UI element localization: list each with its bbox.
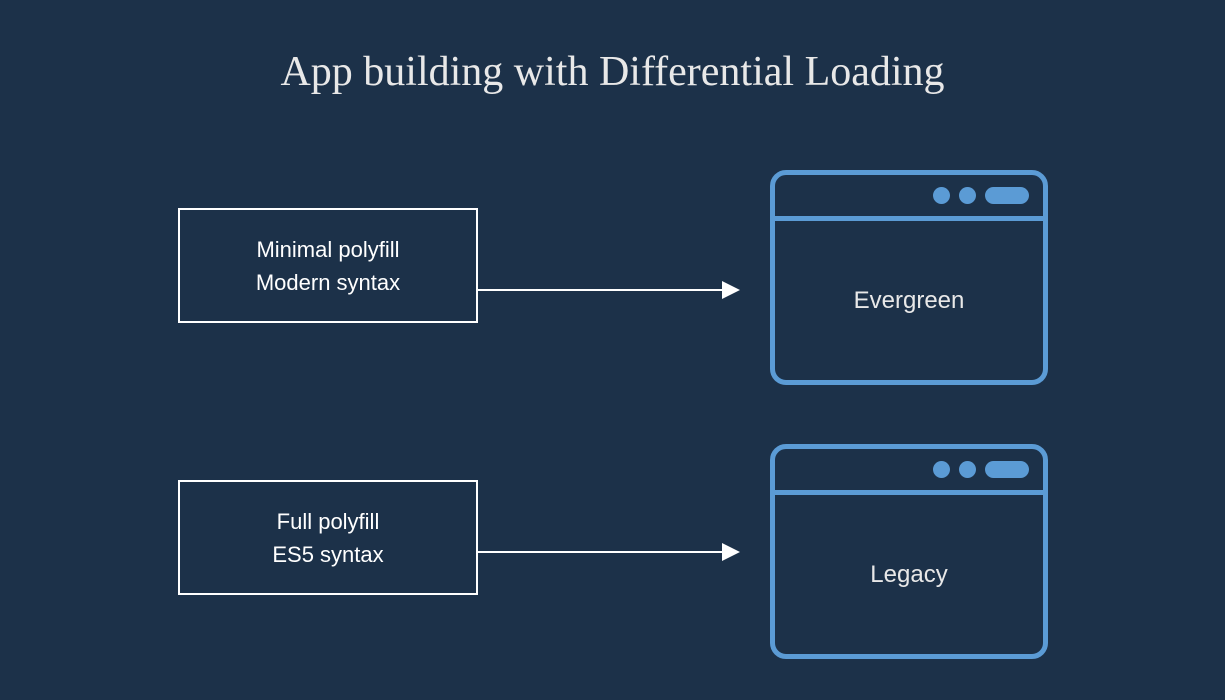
- browser-header: [775, 449, 1043, 495]
- arrow-icon: [478, 551, 738, 553]
- source-line-2: Modern syntax: [256, 266, 400, 299]
- browser-control-pill-icon: [985, 187, 1029, 204]
- source-line-2: ES5 syntax: [272, 538, 383, 571]
- browser-header: [775, 175, 1043, 221]
- browser-label: Legacy: [870, 561, 947, 589]
- browser-control-dot-icon: [959, 187, 976, 204]
- source-box-modern: Minimal polyfill Modern syntax: [178, 208, 478, 323]
- browser-control-dot-icon: [959, 461, 976, 478]
- browser-control-dot-icon: [933, 187, 950, 204]
- browser-window-evergreen: Evergreen: [770, 170, 1048, 385]
- source-line-1: Full polyfill: [277, 505, 380, 538]
- browser-body: Legacy: [775, 495, 1043, 654]
- browser-control-pill-icon: [985, 461, 1029, 478]
- browser-control-dot-icon: [933, 461, 950, 478]
- browser-body: Evergreen: [775, 221, 1043, 380]
- source-box-legacy: Full polyfill ES5 syntax: [178, 480, 478, 595]
- diagram-title: App building with Differential Loading: [0, 48, 1225, 96]
- browser-label: Evergreen: [854, 287, 965, 315]
- source-line-1: Minimal polyfill: [256, 233, 399, 266]
- browser-window-legacy: Legacy: [770, 444, 1048, 659]
- arrow-icon: [478, 289, 738, 291]
